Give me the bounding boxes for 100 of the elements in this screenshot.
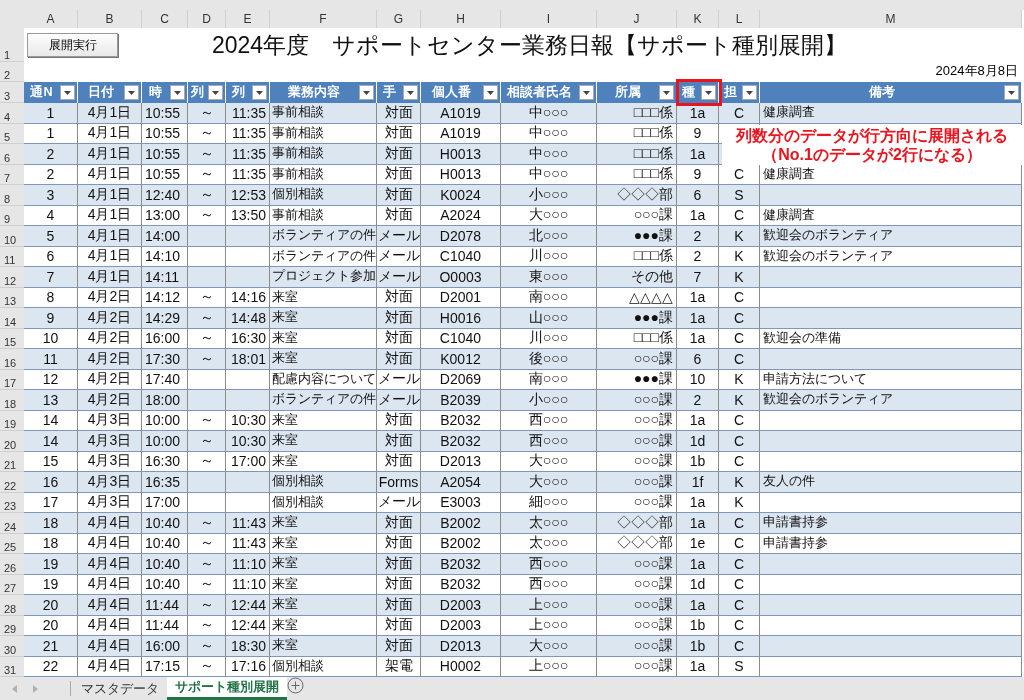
filter-dropdown[interactable] xyxy=(403,85,418,100)
table-cell: メール xyxy=(377,390,421,411)
sheet-tab[interactable]: サポート種別展開 xyxy=(167,677,287,700)
row-number[interactable]: 11 xyxy=(0,246,24,267)
column-letter[interactable]: G xyxy=(377,10,421,28)
table-cell: 2 xyxy=(24,144,78,165)
table-cell: S xyxy=(719,185,760,206)
table-cell: C xyxy=(719,431,760,452)
column-letter[interactable]: I xyxy=(501,10,597,28)
row-number[interactable]: 25 xyxy=(0,533,24,554)
row-number[interactable]: 16 xyxy=(0,349,24,370)
caret-icon xyxy=(174,90,181,95)
table-cell: 対面 xyxy=(377,431,421,452)
row-number[interactable]: 13 xyxy=(0,287,24,308)
table-cell: ○○○課 xyxy=(597,595,677,616)
add-sheet-icon[interactable] xyxy=(287,677,304,694)
caret-icon xyxy=(363,90,370,95)
column-letter[interactable]: K xyxy=(677,10,719,28)
table-cell: 1 xyxy=(24,103,78,124)
table-cell: ●●●課 xyxy=(597,226,677,247)
row-number[interactable]: 5 xyxy=(0,123,24,144)
table-cell: ○○○課 xyxy=(597,554,677,575)
table-cell: □□□係 xyxy=(597,144,677,165)
report-date: 2024年8月8日 xyxy=(935,62,1018,80)
table-cell: 歓迎会のボランティア xyxy=(760,390,1022,411)
column-letter[interactable]: E xyxy=(226,10,270,28)
table-cell: 21 xyxy=(24,636,78,657)
table-cell: ●●●課 xyxy=(597,308,677,329)
column-letter[interactable]: F xyxy=(270,10,377,28)
filter-dropdown[interactable] xyxy=(252,85,267,100)
table-cell: 11 xyxy=(24,349,78,370)
row-number[interactable]: 17 xyxy=(0,369,24,390)
row-number[interactable]: 12 xyxy=(0,267,24,288)
row-number[interactable]: 8 xyxy=(0,185,24,206)
filter-dropdown[interactable] xyxy=(124,85,139,100)
filter-dropdown[interactable] xyxy=(742,85,757,100)
table-cell: ～ xyxy=(188,103,226,124)
column-letter[interactable]: A xyxy=(24,10,78,28)
row-number[interactable]: 3 xyxy=(0,82,24,103)
row-number[interactable]: 24 xyxy=(0,513,24,534)
table-cell: 14:48 xyxy=(226,308,270,329)
filter-dropdown[interactable] xyxy=(170,85,185,100)
column-letter[interactable]: H xyxy=(421,10,501,28)
row-number[interactable]: 15 xyxy=(0,328,24,349)
table-cell: 4月3日 xyxy=(78,472,142,493)
filter-dropdown[interactable] xyxy=(701,85,716,100)
filter-dropdown[interactable] xyxy=(1004,85,1019,100)
column-letter[interactable]: M xyxy=(760,10,1022,28)
row-number[interactable]: 31 xyxy=(0,656,24,677)
row-number[interactable]: 6 xyxy=(0,144,24,165)
table-cell: ◇◇◇部 xyxy=(597,185,677,206)
column-letter[interactable]: B xyxy=(78,10,142,28)
row-number[interactable]: 26 xyxy=(0,554,24,575)
table-cell: 来室 xyxy=(270,308,377,329)
table-cell: 18:01 xyxy=(226,349,270,370)
filter-dropdown[interactable] xyxy=(483,85,498,100)
table-cell: B2032 xyxy=(421,554,501,575)
column-letter[interactable]: L xyxy=(719,10,760,28)
row-number[interactable]: 22 xyxy=(0,472,24,493)
table-cell: 山○○○ xyxy=(501,308,597,329)
table-cell: 1a xyxy=(677,595,719,616)
row-number[interactable]: 20 xyxy=(0,431,24,452)
row-number[interactable]: 10 xyxy=(0,226,24,247)
sheet-tab[interactable]: マスタデータ xyxy=(73,677,167,700)
row-number[interactable]: 2 xyxy=(0,62,24,82)
table-cell: 小○○○ xyxy=(501,390,597,411)
caret-icon xyxy=(663,90,670,95)
column-letter[interactable]: D xyxy=(188,10,226,28)
row-number[interactable]: 21 xyxy=(0,451,24,472)
row-number[interactable]: 7 xyxy=(0,164,24,185)
row-number[interactable]: 19 xyxy=(0,410,24,431)
row-number[interactable]: 14 xyxy=(0,308,24,329)
table-cell: 16 xyxy=(24,472,78,493)
row-number[interactable]: 9 xyxy=(0,205,24,226)
row-number[interactable]: 4 xyxy=(0,103,24,124)
table-cell: ◇◇◇部 xyxy=(597,513,677,534)
table-cell: 個別相談 xyxy=(270,185,377,206)
filter-dropdown[interactable] xyxy=(208,85,223,100)
run-expand-button[interactable]: 展開実行 xyxy=(27,33,118,57)
column-letter[interactable]: J xyxy=(597,10,677,28)
filter-dropdown[interactable] xyxy=(359,85,374,100)
row-number[interactable]: 30 xyxy=(0,636,24,657)
column-letter[interactable]: C xyxy=(142,10,188,28)
table-cell: 対面 xyxy=(377,513,421,534)
row-number[interactable]: 29 xyxy=(0,615,24,636)
table-cell: 12:53 xyxy=(226,185,270,206)
row-number[interactable]: 1 xyxy=(0,28,24,62)
table-cell: プロジェクト参加 xyxy=(270,267,377,288)
row-number[interactable]: 27 xyxy=(0,574,24,595)
table-cell: 健康調査 xyxy=(760,103,1022,124)
row-number[interactable]: 28 xyxy=(0,595,24,616)
row-number[interactable]: 18 xyxy=(0,390,24,411)
filter-dropdown[interactable] xyxy=(60,85,75,100)
table-cell: 14:11 xyxy=(142,267,188,288)
table-cell: ○○○課 xyxy=(597,431,677,452)
row-number[interactable]: 23 xyxy=(0,492,24,513)
filter-dropdown[interactable] xyxy=(579,85,594,100)
filter-dropdown[interactable] xyxy=(659,85,674,100)
table-cell xyxy=(226,267,270,288)
table-cell: K xyxy=(719,390,760,411)
